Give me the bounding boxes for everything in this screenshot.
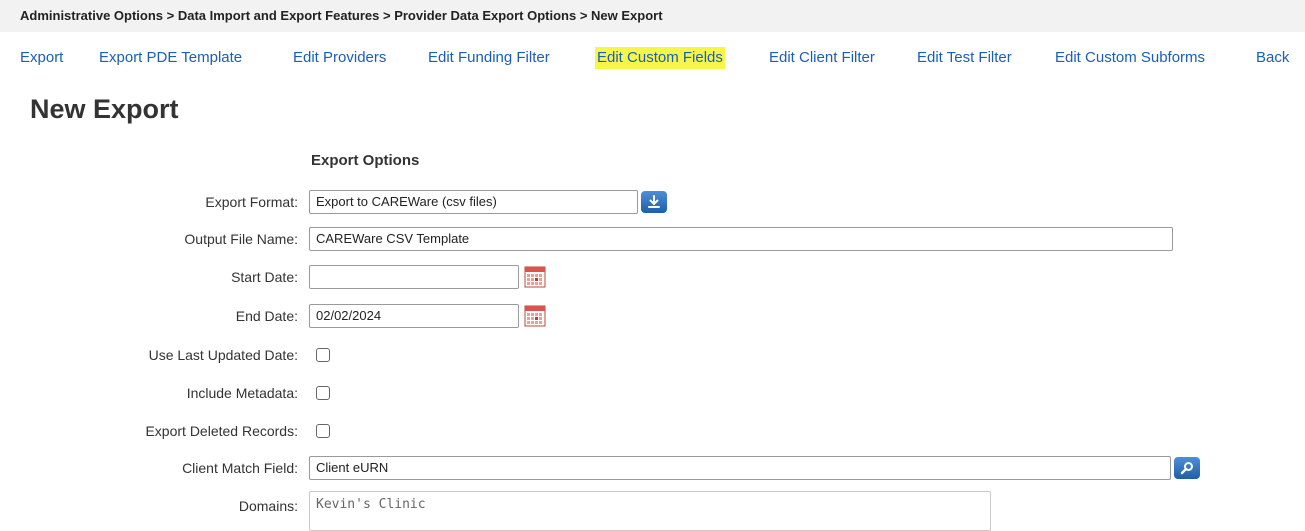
search-icon xyxy=(1180,462,1193,475)
output-file-name-label: Output File Name: xyxy=(184,231,298,247)
nav-export-pde-template[interactable]: Export PDE Template xyxy=(99,42,242,74)
domains-list[interactable]: Kevin's Clinic xyxy=(309,491,991,531)
nav-edit-custom-subforms[interactable]: Edit Custom Subforms xyxy=(1055,42,1205,74)
export-deleted-records-checkbox[interactable] xyxy=(316,424,330,438)
client-match-field-input[interactable]: Client eURN xyxy=(309,456,1171,480)
export-format-label: Export Format: xyxy=(205,194,298,210)
nav-edit-client-filter[interactable]: Edit Client Filter xyxy=(769,42,875,74)
output-file-name-input[interactable]: CAREWare CSV Template xyxy=(309,227,1173,251)
export-format-select[interactable]: Export to CAREWare (csv files) xyxy=(309,190,638,214)
nav-back[interactable]: Back xyxy=(1256,42,1289,74)
include-metadata-label: Include Metadata: xyxy=(186,385,298,401)
download-icon xyxy=(648,195,660,208)
breadcrumb: Administrative Options > Data Import and… xyxy=(0,0,1305,32)
nav-edit-funding-filter[interactable]: Edit Funding Filter xyxy=(428,42,550,74)
action-nav: Export Export PDE Template Edit Provider… xyxy=(0,42,1305,74)
start-date-input[interactable] xyxy=(309,265,519,289)
end-date-input[interactable]: 02/02/2024 xyxy=(309,304,519,328)
client-match-field-label: Client Match Field: xyxy=(182,460,298,476)
nav-export[interactable]: Export xyxy=(20,42,63,74)
export-format-button[interactable] xyxy=(641,191,667,213)
export-deleted-records-label: Export Deleted Records: xyxy=(145,423,298,439)
domains-label: Domains: xyxy=(238,498,298,514)
start-date-label: Start Date: xyxy=(231,269,298,285)
use-last-updated-date-checkbox[interactable] xyxy=(316,348,330,362)
section-title: Export Options xyxy=(311,152,420,169)
nav-edit-test-filter[interactable]: Edit Test Filter xyxy=(917,42,1012,74)
include-metadata-checkbox[interactable] xyxy=(316,386,330,400)
page-title: New Export xyxy=(30,94,179,124)
use-last-updated-date-label: Use Last Updated Date: xyxy=(148,347,298,363)
end-date-label: End Date: xyxy=(235,308,298,324)
nav-edit-custom-fields[interactable]: Edit Custom Fields xyxy=(595,47,725,69)
calendar-icon[interactable] xyxy=(524,305,546,327)
calendar-icon[interactable] xyxy=(524,266,546,288)
nav-edit-providers[interactable]: Edit Providers xyxy=(293,42,386,74)
client-match-lookup-button[interactable] xyxy=(1174,457,1200,479)
